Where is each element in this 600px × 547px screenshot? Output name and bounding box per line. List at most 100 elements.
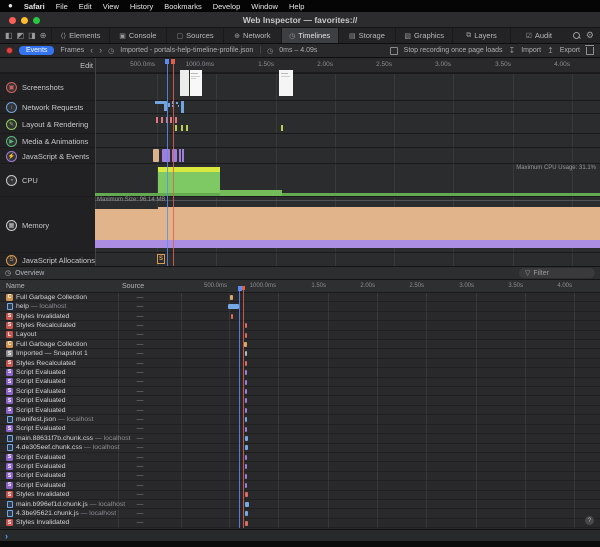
stop-recording-label[interactable]: Stop recording once page loads (404, 47, 503, 54)
track-memory[interactable]: ▦Memory (0, 196, 600, 252)
filter-input[interactable]: ▽ Filter (519, 268, 595, 278)
quick-console-bar[interactable]: › (0, 529, 600, 541)
import-button[interactable]: Import (521, 47, 541, 54)
import-icon: ↧ (509, 46, 516, 55)
event-source: — (120, 294, 160, 301)
styles-badge-icon: S (6, 322, 13, 329)
table-row-doc[interactable]: main.b996ef1d.chunk.js — localhost— (0, 500, 600, 509)
script-badge-icon: S (6, 397, 13, 404)
script-badge-icon: S (6, 407, 13, 414)
table-row-doc[interactable]: 4.3be95621.chunk.js — localhost— (0, 509, 600, 518)
table-row-gc[interactable]: CFull Garbage Collection— (0, 340, 600, 349)
inspect-target-icon[interactable]: ⊕ (40, 31, 47, 40)
apple-menu-icon[interactable]: ● (8, 2, 13, 10)
events-view-button[interactable]: Events (19, 46, 54, 55)
script-badge-icon: S (6, 369, 13, 376)
menubar-item-file[interactable]: File (56, 2, 68, 11)
stop-recording-checkbox[interactable] (390, 47, 398, 55)
table-row-script[interactable]: SScript Evaluated— (0, 368, 600, 377)
event-source: — (120, 350, 160, 357)
tab-elements[interactable]: ⟨⟩Elements (51, 28, 108, 43)
table-row-script[interactable]: SScript Evaluated— (0, 462, 600, 471)
menubar-item-edit[interactable]: Edit (79, 2, 92, 11)
event-source: — (120, 510, 160, 517)
track-cpu[interactable]: ◔CPU (0, 163, 600, 196)
export-button[interactable]: Export (560, 47, 580, 54)
tab-graphics[interactable]: ▧Graphics (395, 28, 452, 43)
track-name: Screenshots (22, 83, 64, 92)
menubar-item-view[interactable]: View (103, 2, 119, 11)
settings-gear-icon[interactable]: ⚙ (586, 31, 594, 40)
tab-audit[interactable]: ☑Audit (510, 28, 567, 43)
window-titlebar: Web Inspector — favorites:// (0, 12, 600, 28)
table-row-script[interactable]: SScript Evaluated— (0, 453, 600, 462)
table-row-script[interactable]: SScript Evaluated— (0, 481, 600, 490)
table-row-snapshot[interactable]: SImported — Snapshot 1— (0, 349, 600, 358)
forward-chevron[interactable]: › (99, 46, 102, 55)
frames-view-button[interactable]: Frames (60, 47, 84, 54)
tab-sources[interactable]: ▢Sources (166, 28, 223, 43)
document-icon (7, 444, 13, 451)
help-button[interactable]: ? (585, 516, 594, 525)
event-name: manifest.json — localhost (16, 416, 93, 423)
table-row-styles[interactable]: SStyles Recalculated— (0, 321, 600, 330)
table-row-styles[interactable]: SStyles Recalculated— (0, 359, 600, 368)
table-row-script[interactable]: SScript Evaluated— (0, 378, 600, 387)
tab-layers[interactable]: ⧉Layers (452, 28, 509, 43)
dock-right-icon[interactable]: ◨ (28, 31, 36, 40)
event-source: — (120, 444, 160, 451)
dock-left-icon[interactable]: ◧ (5, 31, 13, 40)
menubar-item-develop[interactable]: Develop (213, 2, 241, 11)
document-icon (7, 303, 13, 310)
table-row-doc[interactable]: 4.de305eef.chunk.css — localhost— (0, 444, 600, 453)
record-button[interactable] (6, 47, 13, 54)
event-name: Styles Recalculated (16, 360, 76, 367)
name-column-header[interactable]: Name (6, 283, 25, 290)
recording-title[interactable]: Imported - portals-help-timeline-profile… (120, 47, 253, 54)
table-row-script[interactable]: SScript Evaluated— (0, 425, 600, 434)
timeline-ruler[interactable]: Edit 500.0ms1000.0ms1.50s2.00s2.50s3.00s… (0, 58, 600, 73)
table-row-script[interactable]: SScript Evaluated— (0, 406, 600, 415)
menubar-item-bookmarks[interactable]: Bookmarks (164, 2, 202, 11)
event-name: Script Evaluated (16, 463, 66, 470)
dock-bottom-icon[interactable]: ◩ (17, 31, 25, 40)
track-name: Layout & Rendering (22, 120, 88, 129)
trash-icon[interactable] (586, 47, 594, 55)
table-row-script[interactable]: SScript Evaluated— (0, 387, 600, 396)
track-screenshots[interactable]: ▣Screenshots (0, 73, 600, 100)
tab-console[interactable]: ▣Console (109, 28, 166, 43)
search-icon[interactable] (573, 32, 580, 39)
edit-tracks-button[interactable]: Edit (80, 61, 93, 70)
track-layout-rendering[interactable]: ✎Layout & Rendering (0, 113, 600, 133)
events-table-header: Name Source 500.0ms1000.0ms1.50s2.00s2.5… (0, 280, 600, 293)
overview-bar[interactable]: ◷ Overview ▽ Filter (0, 266, 600, 280)
tab-timelines[interactable]: ◷Timelines (281, 28, 338, 43)
menubar-item-safari[interactable]: Safari (24, 2, 45, 11)
event-origin: — localhost (79, 510, 116, 517)
table-row-gc[interactable]: CFull Garbage Collection— (0, 293, 600, 302)
table-row-script[interactable]: SScript Evaluated— (0, 396, 600, 405)
track-network-requests[interactable]: ↕Network Requests (0, 100, 600, 113)
table-row-doc[interactable]: manifest.json — localhost— (0, 415, 600, 424)
track-javascript-allocations[interactable]: SJavaScript Allocations (0, 252, 600, 266)
table-row-styles[interactable]: SStyles Invalidated— (0, 491, 600, 500)
menubar-item-help[interactable]: Help (289, 2, 304, 11)
source-column-header[interactable]: Source (122, 283, 144, 290)
table-row-script[interactable]: SScript Evaluated— (0, 472, 600, 481)
event-source: — (120, 360, 160, 367)
track-media-animations[interactable]: ▶Media & Animations (0, 133, 600, 147)
tab-label: Storage (359, 31, 385, 40)
tab-storage[interactable]: ▤Storage (338, 28, 395, 43)
audit-tab-icon: ☑ (526, 32, 532, 40)
table-row-styles[interactable]: SStyles Invalidated— (0, 312, 600, 321)
back-chevron[interactable]: ‹ (90, 46, 93, 55)
table-row-layout[interactable]: LLayout— (0, 331, 600, 340)
javascript-events-icon: ⚡ (6, 151, 17, 162)
menubar-item-history[interactable]: History (130, 2, 153, 11)
table-row-doc[interactable]: help — localhost— (0, 302, 600, 311)
table-row-styles[interactable]: SStyles Invalidated— (0, 519, 600, 528)
table-row-doc[interactable]: main.88631f7b.chunk.css — localhost— (0, 434, 600, 443)
menubar-item-window[interactable]: Window (251, 2, 278, 11)
track-javascript-events[interactable]: ⚡JavaScript & Events (0, 147, 600, 163)
tab-network[interactable]: ⊕Network (223, 28, 280, 43)
